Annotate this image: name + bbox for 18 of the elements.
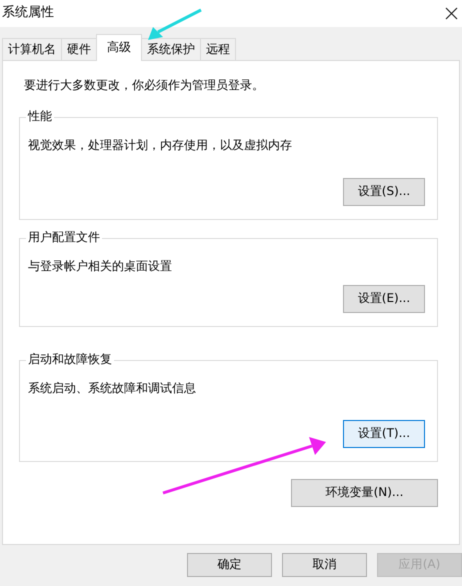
tab[interactable]: 计算机名 [2,38,62,60]
tab[interactable]: 高级 [96,34,142,61]
tab[interactable]: 远程 [200,38,236,60]
settings-button[interactable]: 设置(T)... [343,420,425,448]
group-title: 启动和故障恢复 [26,352,114,368]
settings-button[interactable]: 设置(E)... [343,284,425,313]
dialog-button[interactable]: 确定 [187,553,272,577]
notice-text: 要进行大多数更改，你必须作为管理员登录。 [24,78,265,94]
group-description: 视觉效果，处理器计划，内存使用，以及虚拟内存 [28,138,293,154]
environment-variables-button[interactable]: 环境变量(N)... [291,478,438,507]
settings-button[interactable]: 设置(S)... [343,178,425,206]
close-icon[interactable] [445,7,458,20]
group-title: 用户配置文件 [26,230,102,246]
window-title: 系统属性 [2,5,54,22]
dialog-button[interactable]: 取消 [282,553,367,577]
group-description: 系统启动、系统故障和调试信息 [28,380,197,396]
group-title: 性能 [26,108,54,124]
group-description: 与登录帐户相关的桌面设置 [28,258,173,274]
